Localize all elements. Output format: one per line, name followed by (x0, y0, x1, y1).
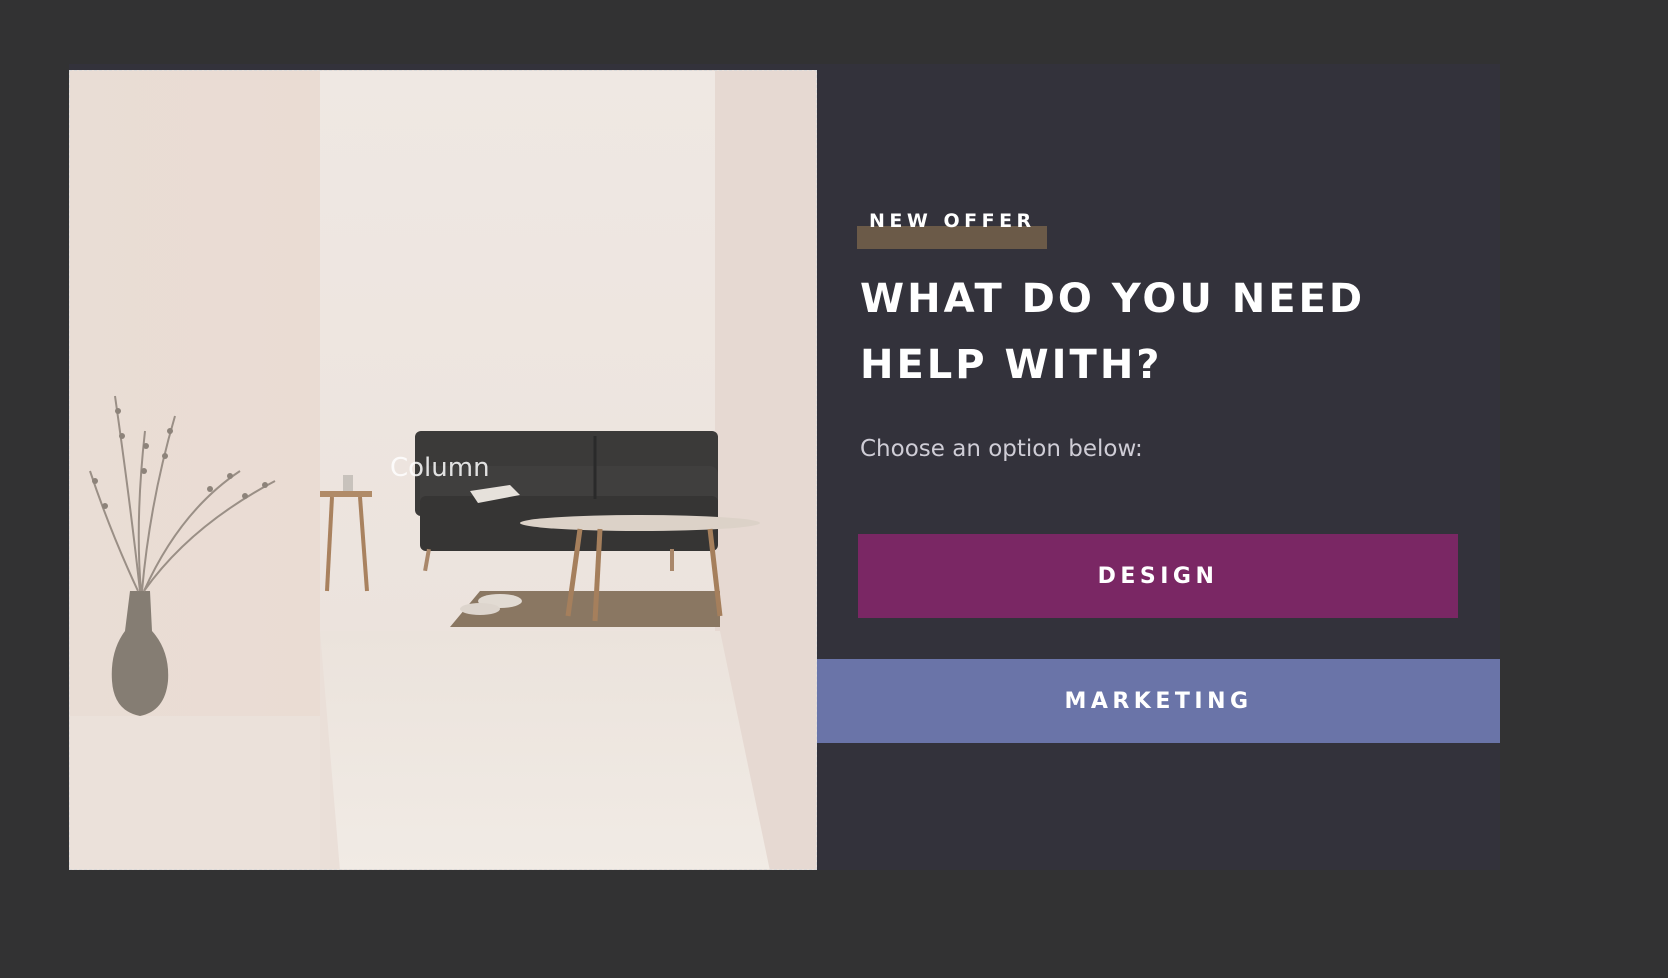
column-label: Column (390, 453, 490, 483)
badge-label: NEW OFFER (869, 210, 1036, 232)
subtitle: Choose an option below: (860, 436, 1143, 462)
marketing-button[interactable]: MARKETING (817, 659, 1500, 743)
image-column[interactable]: Column (69, 70, 817, 870)
design-button[interactable]: DESIGN (858, 534, 1458, 618)
offer-content: NEW OFFER WHAT DO YOU NEED HELP WITH? Ch… (817, 64, 1500, 870)
offer-popup: Column NEW OFFER WHAT DO YOU NEED HELP W… (69, 64, 1500, 870)
new-offer-badge: NEW OFFER (857, 204, 1047, 249)
page-title: WHAT DO YOU NEED HELP WITH? (860, 276, 1366, 388)
